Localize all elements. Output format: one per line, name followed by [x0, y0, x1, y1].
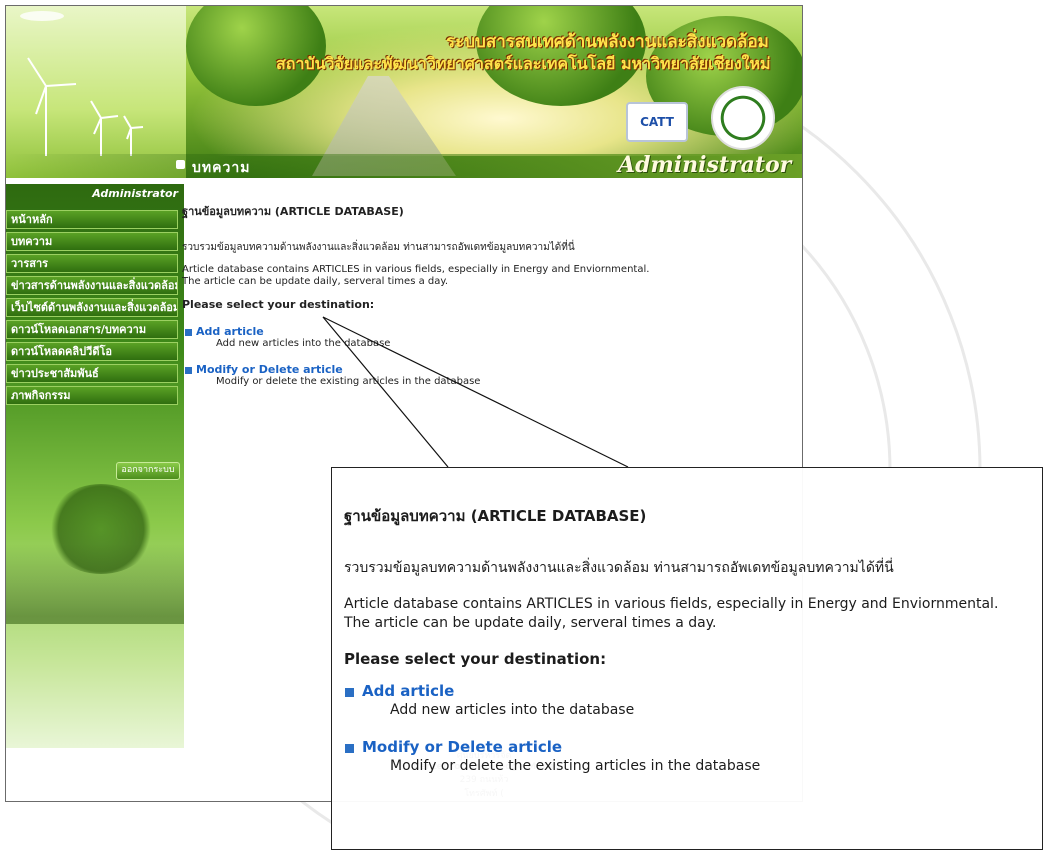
sidebar-item-journals[interactable]: วารสาร: [6, 254, 178, 273]
header-banner: ระบบสารสนเทศด้านพลังงานและสิ่งแวดล้อม สถ…: [6, 6, 802, 178]
description-english-line2: The article can be update daily, servera…: [182, 276, 449, 287]
sidebar-item-download-docs[interactable]: ดาวน์โหลดเอกสาร/บทความ: [6, 320, 178, 339]
catt-logo: CATT: [626, 102, 688, 142]
zoom-add-article-link[interactable]: Add article: [362, 682, 454, 700]
description-thai: รวบรวมข้อมูลบทความด้านพลังงานและสิ่งแวดล…: [182, 242, 575, 253]
logout-button[interactable]: ออกจากระบบ: [116, 462, 180, 480]
modify-delete-article-description: Modify or delete the existing articles i…: [216, 376, 481, 387]
zoom-page-title: ฐานข้อมูลบทความ (ARTICLE DATABASE): [344, 507, 647, 525]
sidebar-item-download-video[interactable]: ดาวน์โหลดคลิปวีดีโอ: [6, 342, 178, 361]
description-english-line1: Article database contains ARTICLES in va…: [182, 264, 650, 275]
role-label: Administrator: [618, 152, 792, 178]
zoom-description-thai: รวบรวมข้อมูลบทความด้านพลังงานและสิ่งแวดล…: [344, 560, 894, 576]
add-article-description: Add new articles into the database: [216, 338, 391, 349]
zoom-callout-panel: ฐานข้อมูลบทความ (ARTICLE DATABASE) รวบรว…: [331, 467, 1043, 850]
select-prompt: Please select your destination:: [182, 298, 375, 311]
square-bullet-icon: [345, 744, 354, 753]
sidebar-nav: Administrator หน้าหลัก บทความ วารสาร ข่า…: [6, 184, 184, 748]
page-title: ฐานข้อมูลบทความ (ARTICLE DATABASE): [182, 205, 404, 218]
modify-delete-article-link[interactable]: Modify or Delete article: [196, 363, 343, 376]
university-seal-logo: [711, 86, 775, 150]
sidebar-silhouette-image: [6, 544, 184, 624]
sidebar-item-activities[interactable]: ภาพกิจกรรม: [6, 386, 178, 405]
sidebar-item-pr-news[interactable]: ข่าวประชาสัมพันธ์: [6, 364, 178, 383]
zoom-description-english-line2: The article can be update daily, servera…: [344, 615, 717, 631]
zoom-add-article-description: Add new articles into the database: [390, 702, 635, 718]
add-article-link[interactable]: Add article: [196, 325, 264, 338]
square-bullet-icon: [176, 160, 185, 169]
banner-title-line1: ระบบสารสนเทศด้านพลังงานและสิ่งแวดล้อม: [446, 32, 769, 52]
square-bullet-icon: [185, 329, 192, 336]
square-bullet-icon: [185, 367, 192, 374]
sidebar-item-home[interactable]: หน้าหลัก: [6, 210, 178, 229]
section-label: บทความ: [192, 160, 251, 176]
zoom-modify-delete-article-link[interactable]: Modify or Delete article: [362, 738, 562, 756]
zoom-modify-delete-article-description: Modify or delete the existing articles i…: [390, 758, 761, 774]
zoom-description-english-line1: Article database contains ARTICLES in va…: [344, 596, 999, 612]
banner-title-line2: สถาบันวิจัยและพัฒนาวิทยาศาสตร์และเทคโนโล…: [276, 54, 771, 73]
sidebar-item-articles[interactable]: บทความ: [6, 232, 178, 251]
wind-turbine-icon: [20, 11, 144, 156]
sidebar-item-websites[interactable]: เว็บไซต์ด้านพลังงานและสิ่งแวดล้อม: [6, 298, 178, 317]
square-bullet-icon: [345, 688, 354, 697]
sidebar-header: Administrator: [92, 187, 178, 200]
zoom-select-prompt: Please select your destination:: [344, 650, 607, 668]
sidebar-item-news[interactable]: ข่าวสารด้านพลังงานและสิ่งแวดล้อม: [6, 276, 178, 295]
wind-turbine-image: [6, 6, 186, 178]
